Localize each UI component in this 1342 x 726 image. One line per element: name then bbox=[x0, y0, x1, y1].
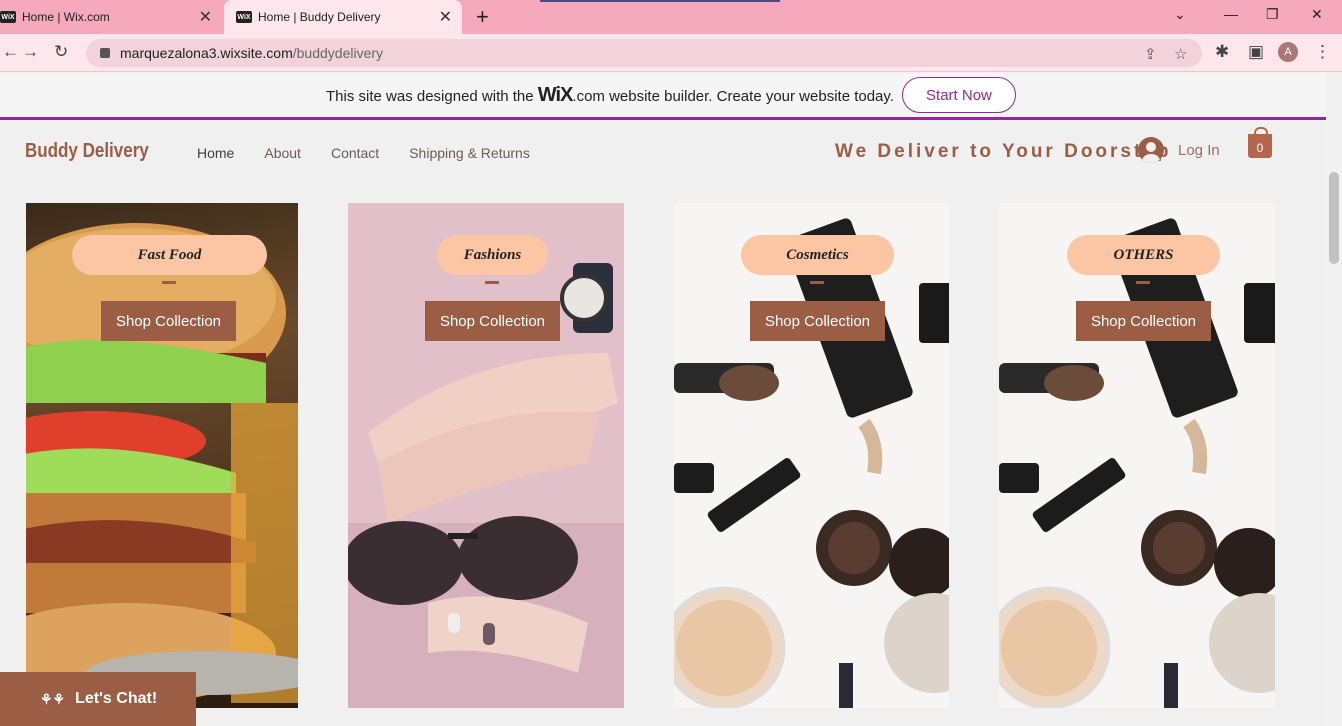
new-tab-icon[interactable]: + bbox=[476, 4, 489, 30]
title-divider bbox=[485, 281, 499, 284]
start-now-button[interactable]: Start Now bbox=[901, 77, 1016, 113]
more-menu-icon[interactable]: ⋮ bbox=[1314, 42, 1331, 62]
tab-wix-home[interactable]: WiX Home | Wix.com ✕ bbox=[0, 0, 222, 34]
shop-collection-button[interactable]: Shop Collection bbox=[750, 301, 885, 341]
fashion-image bbox=[348, 203, 624, 708]
site-nav: Home About Contact Shipping & Returns bbox=[197, 145, 530, 161]
card-title: OTHERS bbox=[1067, 235, 1220, 275]
tab-title: Home | Wix.com bbox=[22, 10, 110, 24]
close-tab-icon[interactable]: ✕ bbox=[439, 7, 452, 27]
back-icon[interactable]: ← bbox=[2, 42, 19, 62]
nav-shipping-returns[interactable]: Shipping & Returns bbox=[409, 145, 530, 161]
wix-promo-banner: This site was designed with the WiX.com … bbox=[0, 73, 1342, 120]
login-button[interactable]: Log In bbox=[1138, 137, 1220, 163]
chat-label: Let's Chat! bbox=[75, 690, 158, 707]
card-title: Fast Food bbox=[72, 235, 267, 275]
category-card-fast-food[interactable]: Fast Food Shop Collection bbox=[26, 203, 298, 708]
minimize-icon[interactable]: — bbox=[1224, 6, 1238, 22]
shop-collection-button[interactable]: Shop Collection bbox=[1076, 301, 1211, 341]
cart-count: 0 bbox=[1256, 141, 1264, 155]
wix-favicon-icon: WiX bbox=[236, 11, 252, 23]
share-icon[interactable]: ⇪ bbox=[1144, 45, 1157, 63]
site-logo[interactable]: Buddy Delivery bbox=[25, 140, 149, 163]
burger-image bbox=[26, 223, 298, 703]
nav-about[interactable]: About bbox=[264, 145, 301, 161]
cart-icon[interactable]: 0 bbox=[1248, 127, 1272, 158]
reload-icon[interactable]: ↻ bbox=[54, 42, 68, 62]
cosmetics-image bbox=[674, 203, 949, 708]
forward-icon[interactable]: → bbox=[22, 42, 39, 62]
extensions-icon[interactable]: ✱ bbox=[1215, 42, 1229, 62]
title-divider bbox=[810, 281, 824, 284]
profile-avatar[interactable]: A bbox=[1278, 42, 1298, 62]
wix-logo: WiX bbox=[537, 83, 574, 106]
tab-buddy-delivery[interactable]: WiX Home | Buddy Delivery ✕ bbox=[224, 0, 462, 34]
browser-tab-strip: WiX Home | Wix.com ✕ WiX Home | Buddy De… bbox=[0, 0, 1342, 34]
address-bar[interactable]: marquezalona3.wixsite.com/buddydelivery … bbox=[86, 39, 1202, 67]
browser-toolbar: ← → ↻ marquezalona3.wixsite.com/buddydel… bbox=[0, 34, 1342, 72]
tab-strip-indicator bbox=[540, 0, 780, 2]
title-divider bbox=[1136, 281, 1150, 284]
bookmark-star-icon[interactable]: ☆ bbox=[1174, 45, 1187, 63]
wix-favicon-icon: WiX bbox=[0, 11, 16, 23]
site-page: Buddy Delivery Home About Contact Shippi… bbox=[0, 122, 1326, 726]
card-title: Cosmetics bbox=[741, 235, 894, 275]
lets-chat-button[interactable]: ⚘⚘ Let's Chat! bbox=[0, 672, 196, 726]
page-scrollbar[interactable] bbox=[1326, 73, 1342, 726]
side-panel-icon[interactable]: ▣ bbox=[1248, 42, 1264, 62]
lock-icon bbox=[100, 48, 110, 58]
shop-collection-button[interactable]: Shop Collection bbox=[425, 301, 560, 341]
shop-collection-button[interactable]: Shop Collection bbox=[101, 301, 236, 341]
category-card-cosmetics[interactable]: Cosmetics Shop Collection bbox=[674, 203, 949, 708]
category-card-others[interactable]: OTHERS Shop Collection bbox=[999, 203, 1275, 708]
wix-banner-text: This site was designed with the WiX.com … bbox=[326, 83, 894, 106]
window-close-icon[interactable]: ✕ bbox=[1311, 6, 1323, 23]
user-icon bbox=[1138, 137, 1164, 163]
others-image bbox=[999, 203, 1275, 708]
scrollbar-thumb[interactable] bbox=[1329, 172, 1339, 264]
tab-title: Home | Buddy Delivery bbox=[258, 10, 381, 24]
category-card-fashions[interactable]: Fashions Shop Collection bbox=[348, 203, 624, 708]
close-tab-icon[interactable]: ✕ bbox=[199, 7, 212, 27]
card-title: Fashions bbox=[437, 235, 548, 275]
chat-icon: ⚘⚘ bbox=[40, 690, 66, 707]
url-text: marquezalona3.wixsite.com/buddydelivery bbox=[120, 45, 384, 61]
restore-icon[interactable]: ❐ bbox=[1266, 6, 1279, 23]
site-tagline: We Deliver to Your Doorstep bbox=[835, 141, 1172, 162]
nav-contact[interactable]: Contact bbox=[331, 145, 379, 161]
title-divider bbox=[162, 281, 176, 284]
tab-search-chevron-icon[interactable]: ⌄ bbox=[1174, 6, 1186, 23]
nav-home[interactable]: Home bbox=[197, 145, 234, 161]
login-label: Log In bbox=[1178, 141, 1220, 159]
